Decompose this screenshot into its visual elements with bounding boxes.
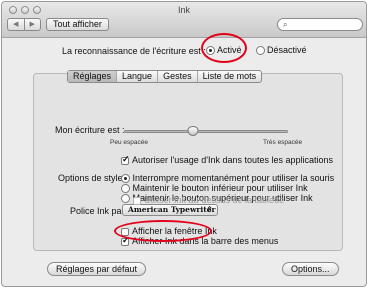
search-input[interactable]: ⌕ [277,18,363,31]
options-button[interactable]: Options... [282,262,339,276]
tab-settings[interactable]: Réglages [68,71,117,82]
ink-pad-font-select[interactable]: American Typewriter ⇕ [122,204,218,216]
stylus-radio-2[interactable] [121,184,130,194]
highlight-circle-ink-window [114,220,212,242]
window-title: Ink [177,5,190,15]
stylus-option-1[interactable]: Interrompre momentanément pour utiliser … [121,173,335,184]
back-arrow-icon[interactable]: ◀ [8,19,24,30]
highlight-circle-active [201,33,247,63]
show-all-button[interactable]: Tout afficher [46,18,109,31]
forward-arrow-icon[interactable]: ▶ [23,19,41,30]
nav-buttons: ◀ ▶ [7,18,41,31]
tab-bar: Réglages Langue Gestes Liste de mots [67,70,263,83]
over-tablet-label: Utiliser Ink au-dessus de la tablette [144,195,285,205]
slider-min-label: Peu espacée [110,139,148,146]
handwriting-label: Mon écriture est : [55,125,125,135]
popup-arrows-icon: ⇕ [206,205,213,214]
recognition-label: La reconnaissance de l'écriture est : [62,46,206,56]
magnifier-icon: ⌕ [283,20,288,29]
over-tablet-checkbox [133,196,141,205]
stylus-option-2[interactable]: Maintenir le bouton inférieur pour utili… [121,183,308,194]
tab-language[interactable]: Langue [116,71,157,82]
allow-ink-label: Autoriser l'usage d'Ink dans toutes les … [132,155,334,165]
stylus-option-1-label: Interrompre momentanément pour utiliser … [132,173,335,183]
tab-word-list[interactable]: Liste de mots [196,71,262,82]
stylus-radio-3[interactable] [121,194,130,204]
stylus-option-2-label: Maintenir le bouton inférieur pour utili… [132,183,308,193]
slider-max-label: Très espacée [263,139,303,146]
over-tablet-row: Utiliser Ink au-dessus de la tablette [133,195,284,205]
ink-pad-font-value: American Typewriter [128,205,216,214]
title-bar: Ink ◀ ▶ Tout afficher ⌕ [2,2,366,38]
inactive-label: Désactivé [267,45,307,55]
recognition-inactive-option[interactable]: Désactivé [256,45,307,55]
stylus-radio-1[interactable] [121,174,130,184]
restore-defaults-button[interactable]: Réglages par défaut [47,262,147,276]
inactive-radio[interactable] [256,45,265,55]
stylus-options-label: Options de stylet : [58,173,131,183]
handwriting-slider[interactable] [124,126,288,136]
allow-ink-row[interactable]: Autoriser l'usage d'Ink dans toutes les … [121,154,334,165]
tab-gestures[interactable]: Gestes [157,71,197,82]
allow-ink-checkbox[interactable] [121,154,130,165]
